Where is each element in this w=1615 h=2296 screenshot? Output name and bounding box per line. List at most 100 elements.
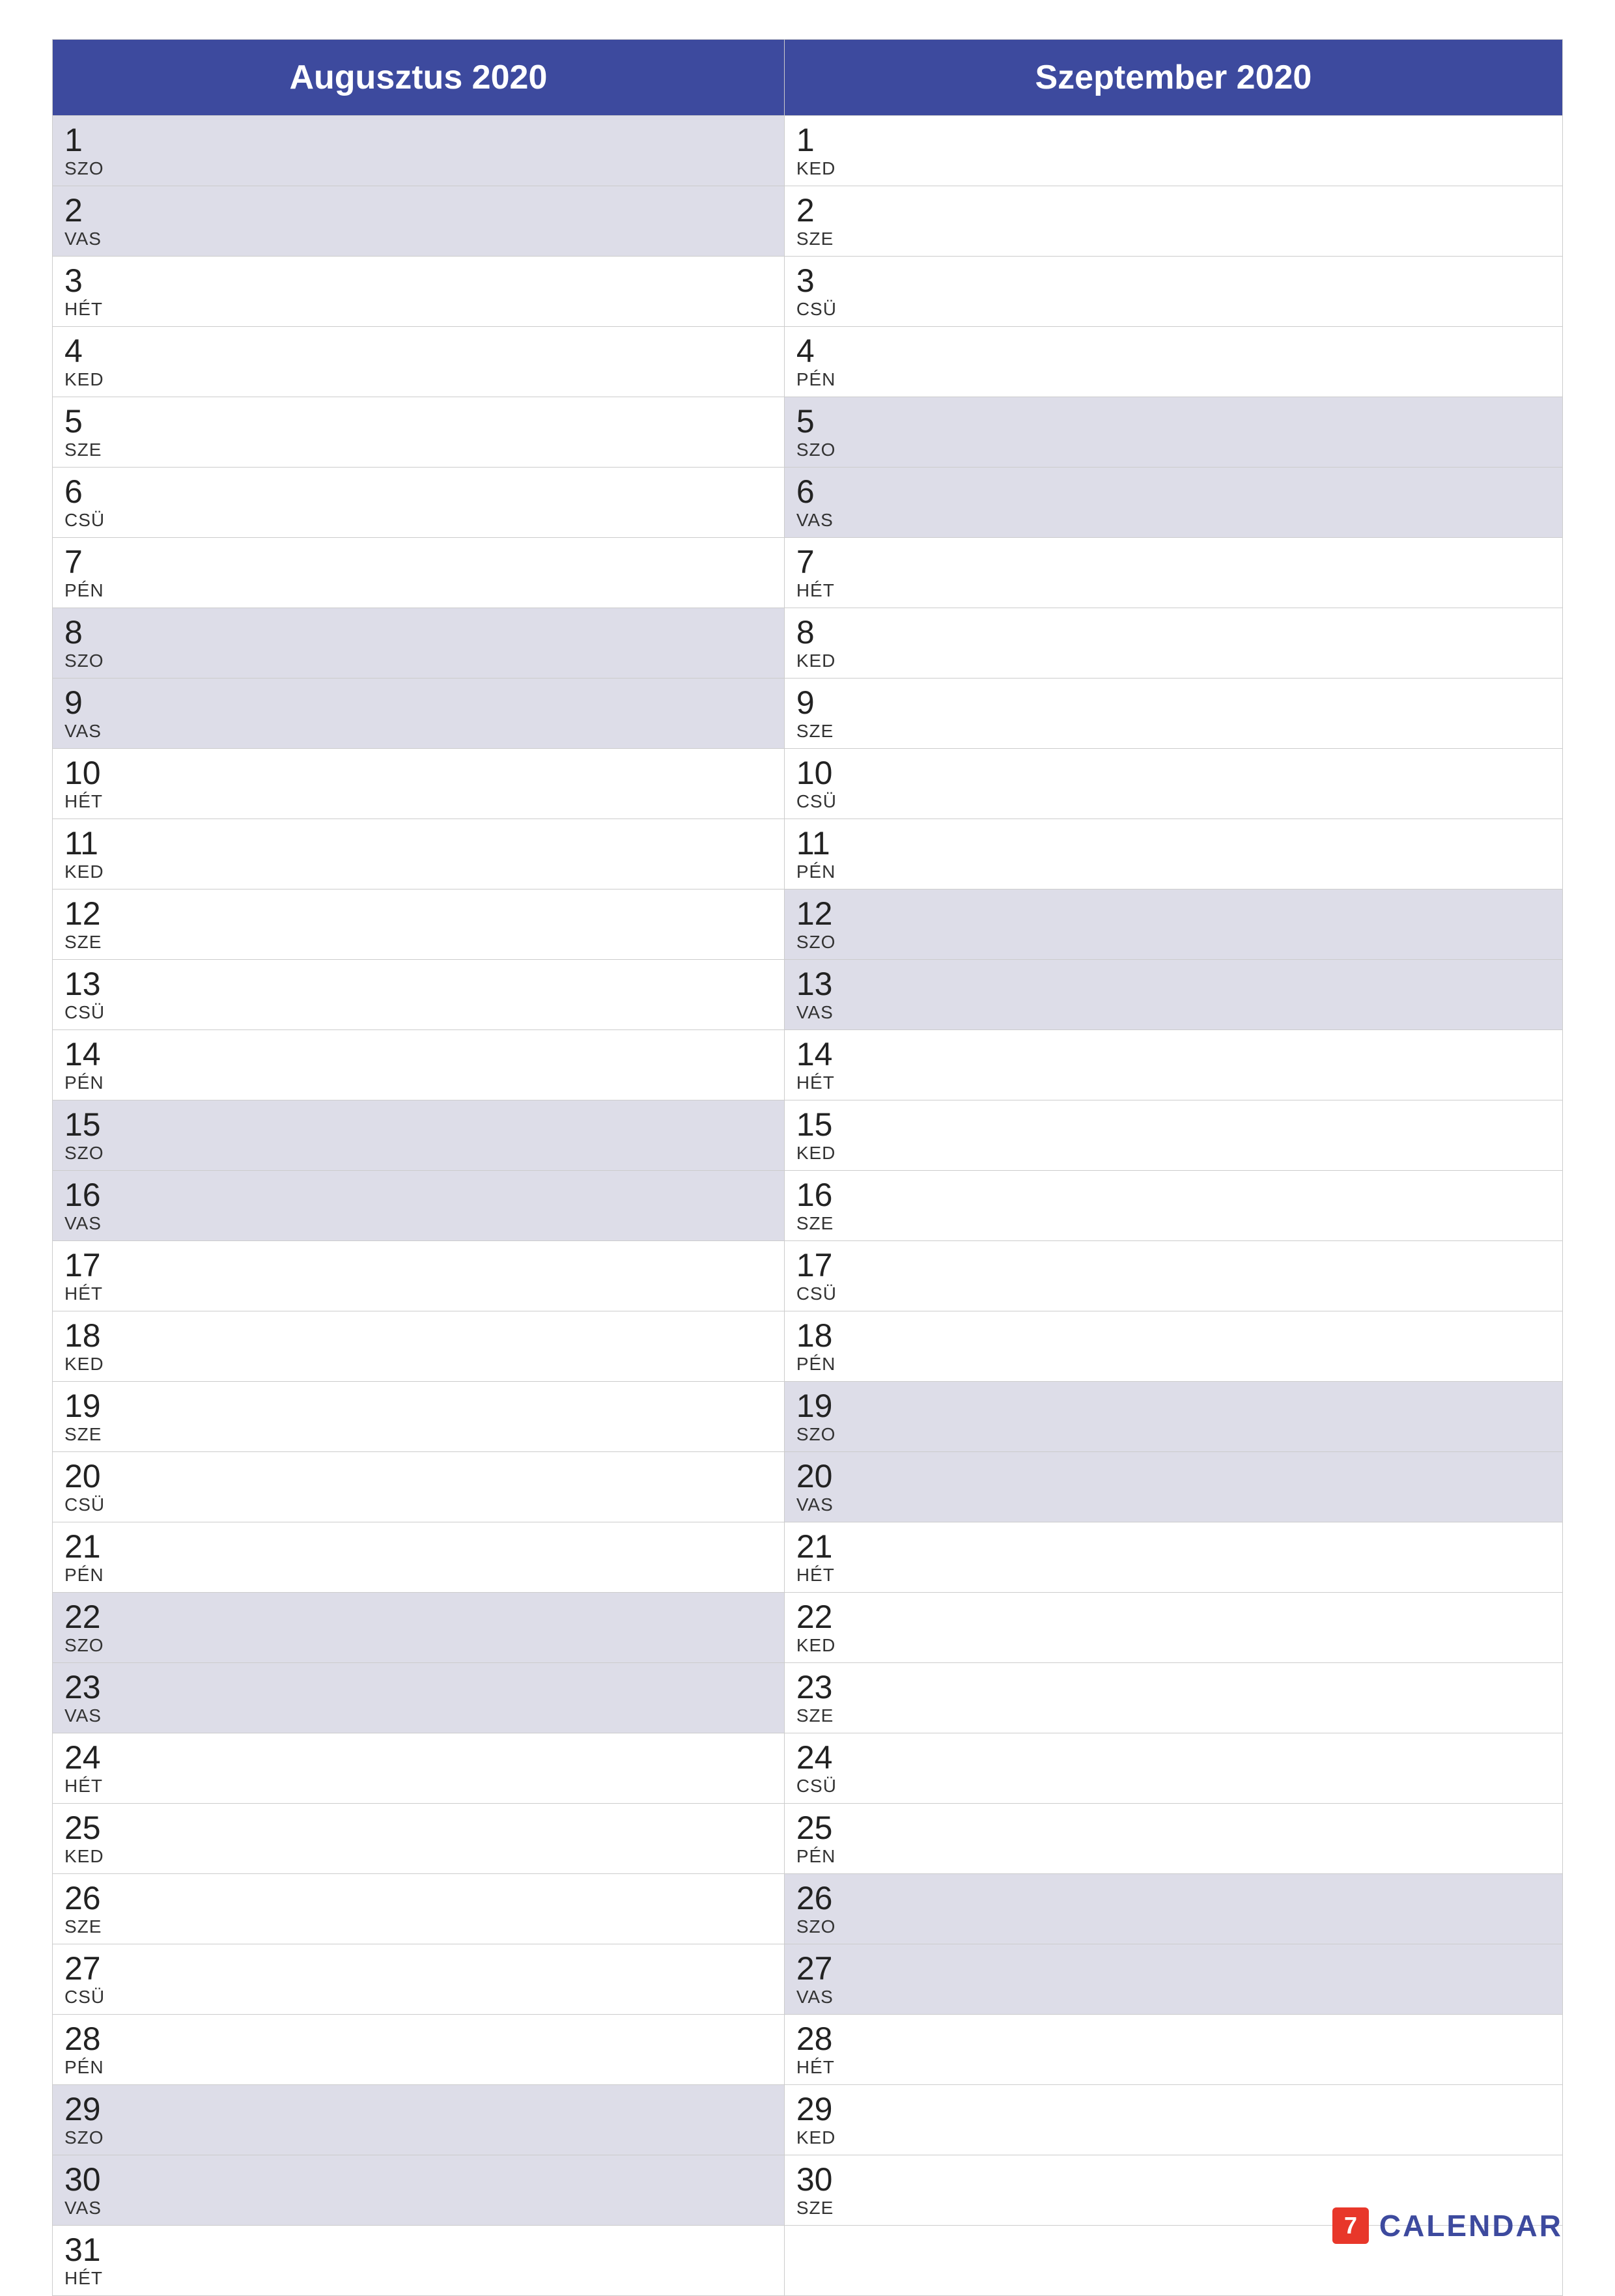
day-name: HÉT [64,1283,772,1304]
september-day-cell: 23 SZE [784,1663,1562,1733]
august-day-cell: 7 PÉN [53,538,785,608]
september-day-cell: 26 SZO [784,1874,1562,1944]
august-header: Augusztus 2020 [53,40,785,116]
day-name: VAS [796,1002,1551,1023]
september-day-cell: 7 HÉT [784,538,1562,608]
day-name: HÉT [64,791,772,812]
day-number: 5 [796,404,1551,440]
august-day-cell: 4 KED [53,327,785,397]
table-row: 29 SZO 29 KED [53,2085,1563,2155]
table-row: 26 SZE 26 SZO [53,1874,1563,1944]
day-number: 23 [64,1670,772,1705]
day-number: 28 [64,2021,772,2057]
day-number: 17 [64,1248,772,1283]
september-day-cell: 8 KED [784,608,1562,679]
day-number: 24 [64,1740,772,1776]
day-name: VAS [796,510,1551,531]
day-number: 21 [796,1529,1551,1565]
calendar-table: Augusztus 2020 Szeptember 2020 1 SZO 1 K… [52,39,1563,2296]
day-name: HÉT [796,2057,1551,2078]
day-number: 14 [64,1037,772,1072]
day-name: SZO [796,440,1551,460]
day-name: SZO [64,1635,772,1656]
september-day-cell: 20 VAS [784,1452,1562,1522]
september-day-cell: 4 PÉN [784,327,1562,397]
day-name: HÉT [64,299,772,320]
day-number: 11 [796,826,1551,861]
september-day-cell: 12 SZO [784,889,1562,960]
table-row: 3 HÉT 3 CSÜ [53,257,1563,327]
day-name: SZO [64,651,772,671]
august-day-cell: 25 KED [53,1804,785,1874]
day-name: PÉN [64,1072,772,1093]
september-day-cell: 27 VAS [784,1944,1562,2015]
calendar-page: Augusztus 2020 Szeptember 2020 1 SZO 1 K… [0,0,1615,2284]
august-day-cell: 22 SZO [53,1593,785,1663]
day-number: 19 [64,1388,772,1424]
august-day-cell: 14 PÉN [53,1030,785,1100]
september-day-cell: 15 KED [784,1100,1562,1171]
table-row: 10 HÉT 10 CSÜ [53,749,1563,819]
day-name: VAS [64,721,772,742]
day-name: CSÜ [796,1776,1551,1797]
august-day-cell: 26 SZE [53,1874,785,1944]
logo-area: 7 CALENDAR [1331,2206,1563,2245]
day-number: 8 [64,615,772,651]
august-day-cell: 10 HÉT [53,749,785,819]
day-number: 22 [796,1599,1551,1635]
day-number: 29 [796,2092,1551,2127]
day-name: PÉN [64,580,772,601]
table-row: 18 KED 18 PÉN [53,1311,1563,1382]
day-name: PÉN [796,1846,1551,1867]
day-name: KED [64,1846,772,1867]
day-name: SZO [796,1424,1551,1445]
table-row: 9 VAS 9 SZE [53,679,1563,749]
august-day-cell: 24 HÉT [53,1733,785,1804]
day-number: 2 [796,193,1551,229]
september-day-cell: 16 SZE [784,1171,1562,1241]
day-number: 1 [64,122,772,158]
table-row: 23 VAS 23 SZE [53,1663,1563,1733]
day-name: HÉT [796,1072,1551,1093]
day-name: HÉT [64,1776,772,1797]
september-day-cell: 13 VAS [784,960,1562,1030]
day-name: VAS [64,1705,772,1726]
august-day-cell: 8 SZO [53,608,785,679]
day-number: 19 [796,1388,1551,1424]
day-name: PÉN [64,1565,772,1586]
table-row: 12 SZE 12 SZO [53,889,1563,960]
day-number: 5 [64,404,772,440]
day-name: SZE [796,229,1551,249]
day-number: 24 [796,1740,1551,1776]
day-number: 16 [796,1177,1551,1213]
day-name: SZO [796,932,1551,953]
table-row: 2 VAS 2 SZE [53,186,1563,257]
table-row: 25 KED 25 PÉN [53,1804,1563,1874]
day-number: 17 [796,1248,1551,1283]
august-day-cell: 18 KED [53,1311,785,1382]
august-day-cell: 3 HÉT [53,257,785,327]
september-day-cell: 5 SZO [784,397,1562,468]
table-row: 16 VAS 16 SZE [53,1171,1563,1241]
day-name: SZE [64,1916,772,1937]
day-number: 31 [64,2232,772,2268]
svg-text:7: 7 [1344,2212,1357,2239]
september-day-cell: 9 SZE [784,679,1562,749]
september-day-cell: 2 SZE [784,186,1562,257]
september-day-cell: 29 KED [784,2085,1562,2155]
header-row: Augusztus 2020 Szeptember 2020 [53,40,1563,116]
day-name: SZE [64,932,772,953]
day-name: VAS [796,1987,1551,2008]
day-number: 26 [796,1881,1551,1916]
day-name: VAS [64,229,772,249]
day-number: 29 [64,2092,772,2127]
day-name: KED [796,1143,1551,1164]
day-number: 10 [64,755,772,791]
table-row: 14 PÉN 14 HÉT [53,1030,1563,1100]
september-header: Szeptember 2020 [784,40,1562,116]
september-day-cell: 10 CSÜ [784,749,1562,819]
day-name: KED [796,1635,1551,1656]
table-row: 7 PÉN 7 HÉT [53,538,1563,608]
day-number: 1 [796,122,1551,158]
day-number: 20 [64,1459,772,1494]
